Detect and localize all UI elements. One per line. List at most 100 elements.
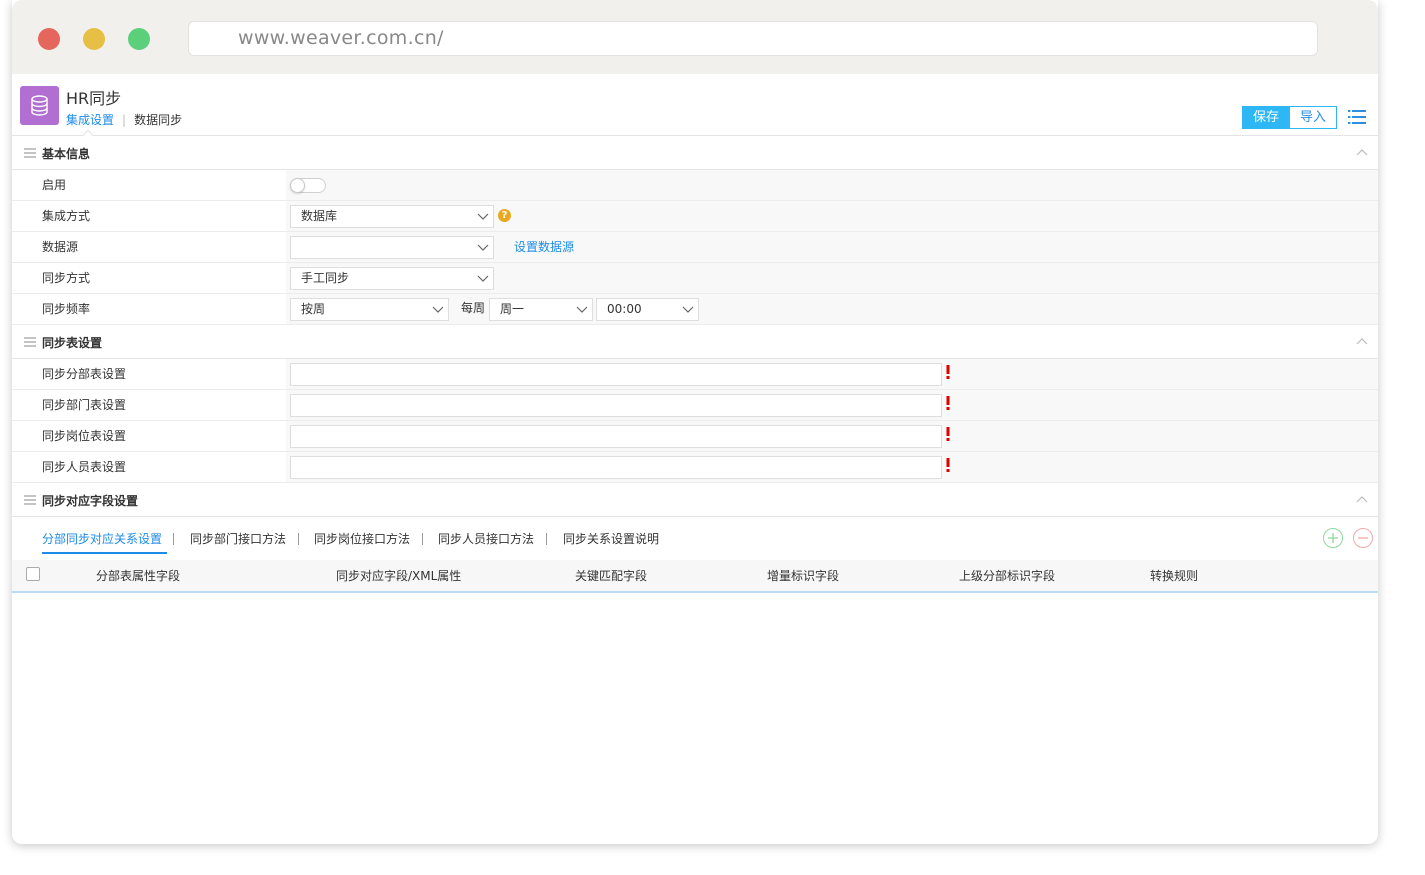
tab-dept-interface[interactable]: 同步部门接口方法 xyxy=(190,530,286,547)
frequency-label: 同步频率 xyxy=(12,294,286,324)
method-label: 集成方式 xyxy=(12,201,286,231)
save-button[interactable]: 保存 xyxy=(1242,106,1291,129)
sync-mode-select[interactable]: 手工同步 xyxy=(290,267,494,290)
tab-data-sync[interactable]: 数据同步 xyxy=(134,111,182,128)
chevron-down-icon xyxy=(432,306,444,313)
column-header[interactable]: 增量标识字段 xyxy=(767,560,839,592)
time-select[interactable]: 00:00 xyxy=(596,298,699,321)
post-table-label: 同步岗位表设置 xyxy=(12,421,286,451)
active-tab-caret-icon xyxy=(83,129,93,136)
database-icon xyxy=(20,86,59,125)
tab-divider: | xyxy=(122,113,127,127)
column-header[interactable]: 同步对应字段/XML属性 xyxy=(336,560,461,592)
minus-icon xyxy=(1358,537,1368,539)
toggle-knob xyxy=(290,178,305,193)
section-basic-info: 基本信息 xyxy=(12,136,1378,170)
dept-table-value xyxy=(286,390,1378,420)
column-header[interactable]: 分部表属性字段 xyxy=(96,560,180,592)
sync-mode-value: 手工同步 xyxy=(286,263,1378,293)
datasource-select[interactable] xyxy=(290,236,494,259)
close-window-button[interactable] xyxy=(38,28,60,50)
required-mark-icon xyxy=(946,365,950,379)
tab-mapping-help[interactable]: 同步关系设置说明 xyxy=(563,530,659,547)
enable-toggle[interactable] xyxy=(290,178,326,193)
tab-post-interface[interactable]: 同步岗位接口方法 xyxy=(314,530,410,547)
staff-table-label: 同步人员表设置 xyxy=(12,452,286,482)
branch-table-label: 同步分部表设置 xyxy=(12,359,286,389)
time-selected: 00:00 xyxy=(607,302,642,316)
collapse-chevron-icon[interactable] xyxy=(1356,495,1368,503)
form-row-datasource: 数据源 设置数据源 xyxy=(12,232,1378,263)
column-header[interactable]: 上级分部标识字段 xyxy=(959,560,1055,592)
tab-branch-mapping[interactable]: 分部同步对应关系设置 xyxy=(42,530,162,547)
method-select[interactable]: 数据库 xyxy=(290,205,494,228)
chevron-down-icon xyxy=(477,213,489,220)
form-row-sync-mode: 同步方式 手工同步 xyxy=(12,263,1378,294)
required-mark-icon xyxy=(946,427,950,441)
required-mark-icon xyxy=(946,458,950,472)
remove-row-button[interactable] xyxy=(1353,528,1373,548)
sync-mode-label: 同步方式 xyxy=(12,263,286,293)
column-header[interactable]: 关键匹配字段 xyxy=(575,560,647,592)
frequency-selected: 按周 xyxy=(301,302,326,316)
datasource-label: 数据源 xyxy=(12,232,286,262)
chevron-down-icon xyxy=(477,275,489,282)
address-bar[interactable]: www.weaver.com.cn/ xyxy=(188,21,1318,56)
collapse-chevron-icon[interactable] xyxy=(1356,337,1368,345)
tab-divider xyxy=(173,533,174,545)
tab-staff-interface[interactable]: 同步人员接口方法 xyxy=(438,530,534,547)
tab-divider xyxy=(298,533,299,545)
plus-icon xyxy=(1328,533,1338,543)
branch-table-input[interactable] xyxy=(290,363,942,386)
active-tab-indicator xyxy=(42,552,167,554)
section-table-settings: 同步表设置 xyxy=(12,325,1378,359)
frequency-value: 按周 每周 周一 00:00 xyxy=(286,294,1378,324)
browser-chrome: www.weaver.com.cn/ xyxy=(12,0,1378,74)
weekly-label: 每周 xyxy=(461,301,486,315)
minimize-window-button[interactable] xyxy=(83,28,105,50)
maximize-window-button[interactable] xyxy=(128,28,150,50)
chevron-down-icon xyxy=(477,244,489,251)
section-title: 同步对应字段设置 xyxy=(42,494,139,508)
staff-table-input[interactable] xyxy=(290,456,942,479)
datasource-value: 设置数据源 xyxy=(286,232,1378,262)
weekday-select[interactable]: 周一 xyxy=(489,298,593,321)
enable-label: 启用 xyxy=(12,170,286,200)
chevron-down-icon xyxy=(576,306,588,313)
collapse-chevron-icon[interactable] xyxy=(1356,148,1368,156)
tab-divider xyxy=(546,533,547,545)
import-button[interactable]: 导入 xyxy=(1290,106,1338,129)
post-table-input[interactable] xyxy=(290,425,942,448)
form-row-post-table: 同步岗位表设置 xyxy=(12,421,1378,452)
tab-divider xyxy=(422,533,423,545)
frequency-select[interactable]: 按周 xyxy=(290,298,449,321)
field-mapping-tabs: 分部同步对应关系设置 同步部门接口方法 同步岗位接口方法 同步人员接口方法 同步… xyxy=(12,518,1378,558)
method-value: 数据库 ? xyxy=(286,201,1378,231)
enable-value xyxy=(286,170,1378,200)
tab-integration-settings[interactable]: 集成设置 xyxy=(66,111,114,128)
sync-mode-selected: 手工同步 xyxy=(301,271,350,285)
add-row-button[interactable] xyxy=(1323,528,1343,548)
help-icon[interactable]: ? xyxy=(498,209,511,222)
method-selected: 数据库 xyxy=(301,209,338,223)
post-table-value xyxy=(286,421,1378,451)
section-title: 基本信息 xyxy=(42,147,91,161)
form-row-method: 集成方式 数据库 ? xyxy=(12,201,1378,232)
form-row-staff-table: 同步人员表设置 xyxy=(12,452,1378,483)
required-mark-icon xyxy=(946,396,950,410)
chevron-down-icon xyxy=(682,306,694,313)
page-title: HR同步 xyxy=(66,89,122,108)
staff-table-value xyxy=(286,452,1378,482)
section-menu-icon xyxy=(24,495,36,505)
page-header: HR同步 集成设置 | 数据同步 保存 导入 xyxy=(12,74,1378,136)
set-datasource-link[interactable]: 设置数据源 xyxy=(514,232,574,262)
list-menu-icon[interactable] xyxy=(1348,109,1366,125)
weekday-selected: 周一 xyxy=(500,302,525,316)
form-row-enable: 启用 xyxy=(12,170,1378,201)
section-menu-icon xyxy=(24,337,36,347)
browser-window: www.weaver.com.cn/ HR同步 集成设置 | 数据同步 保存 导入 xyxy=(12,0,1378,844)
select-all-checkbox[interactable] xyxy=(26,567,40,581)
column-header[interactable]: 转换规则 xyxy=(1150,560,1198,592)
form-row-branch-table: 同步分部表设置 xyxy=(12,359,1378,390)
dept-table-input[interactable] xyxy=(290,394,942,417)
